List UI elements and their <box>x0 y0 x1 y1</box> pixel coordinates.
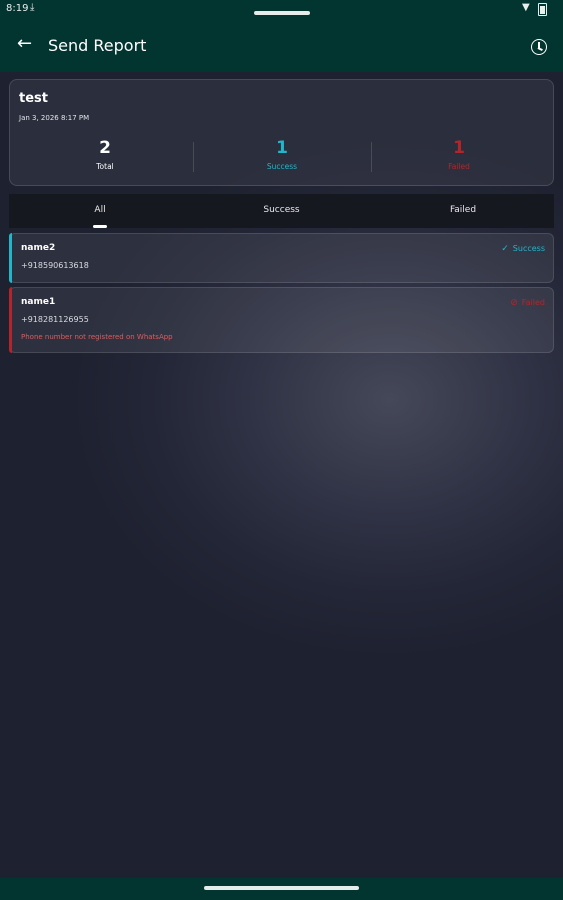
tab-failed-label: Failed <box>449 205 477 215</box>
status-label: Success <box>512 244 545 253</box>
stat-total-label: Total <box>96 162 114 171</box>
download-icon: ⤓ <box>30 2 35 13</box>
cancel-circle-icon: ⊘ <box>510 298 518 308</box>
camera-pill <box>254 11 310 15</box>
wifi-icon: ▼ <box>522 2 530 13</box>
check-icon: ✓ <box>501 244 509 254</box>
stat-success: 1 Success <box>191 138 373 171</box>
campaign-date: Jan 3, 2026 8:17 PM <box>19 114 90 122</box>
back-arrow-icon[interactable]: ← <box>17 34 32 54</box>
battery-icon <box>538 3 547 16</box>
stat-success-value: 1 <box>276 138 288 158</box>
status-badge: ✓ Success <box>501 244 545 254</box>
tab-failed[interactable]: Failed <box>372 194 554 228</box>
error-message: Phone number not registered on WhatsApp <box>21 333 173 341</box>
tab-all-label: All <box>94 205 106 215</box>
contact-name: name2 <box>21 243 56 253</box>
active-tab-indicator <box>93 225 107 228</box>
app-bar: ← Send Report <box>0 18 563 72</box>
result-item-success[interactable]: name2 +918590613618 ✓ Success <box>9 233 554 283</box>
tab-success-label: Success <box>263 205 300 215</box>
navigation-bar <box>0 878 563 900</box>
contact-phone: +918281126955 <box>21 315 89 324</box>
stat-failed-label: Failed <box>448 162 470 171</box>
stat-failed: 1 Failed <box>368 138 550 171</box>
status-label: Failed <box>521 298 545 307</box>
contact-phone: +918590613618 <box>21 261 89 270</box>
stat-failed-value: 1 <box>453 138 465 158</box>
campaign-name: test <box>19 91 48 106</box>
page-title: Send Report <box>48 36 147 55</box>
history-icon[interactable] <box>531 39 547 55</box>
status-time: 8:19 <box>6 3 29 14</box>
filter-tabs: All Success Failed <box>9 194 554 228</box>
tab-all[interactable]: All <box>9 194 191 228</box>
stat-success-label: Success <box>266 162 298 171</box>
status-bar: 8:19 ⤓ ▼ <box>0 0 563 18</box>
status-badge: ⊘ Failed <box>510 298 545 308</box>
report-summary-card: test Jan 3, 2026 8:17 PM 2 Total 1 Succe… <box>9 79 554 186</box>
stat-total-value: 2 <box>99 138 111 158</box>
stat-total: 2 Total <box>14 138 196 171</box>
result-item-failed[interactable]: name1 +918281126955 Phone number not reg… <box>9 287 554 353</box>
tab-success[interactable]: Success <box>191 194 372 228</box>
contact-name: name1 <box>21 297 56 307</box>
status-accent-bar <box>9 233 12 283</box>
gesture-handle[interactable] <box>204 886 359 890</box>
status-accent-bar <box>9 287 12 353</box>
